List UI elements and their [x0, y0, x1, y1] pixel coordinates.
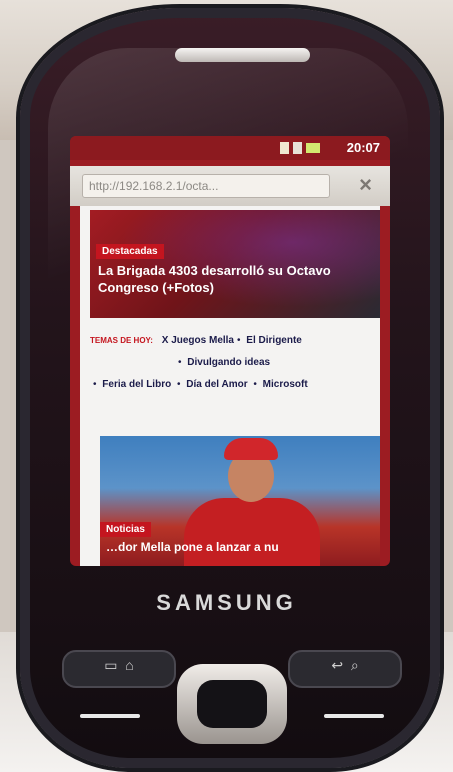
- phone-screen: 20:07 http://192.168.2.1/octa... × Desta…: [70, 136, 390, 566]
- dpad-key[interactable]: [177, 664, 287, 744]
- sd-card-icon: [280, 142, 289, 154]
- web-page: Destacadas La Brigada 4303 desarrolló su…: [80, 206, 380, 566]
- topic-link[interactable]: Día del Amor: [186, 379, 247, 390]
- status-bar: 20:07: [70, 136, 390, 160]
- topics-list: TEMAS DE HOY: X Juegos Mella • El Dirigen…: [90, 330, 380, 396]
- topic-separator: •: [237, 335, 241, 346]
- end-call-icon: [324, 714, 384, 718]
- hero-headline[interactable]: La Brigada 4303 desarrolló su Octavo Con…: [98, 262, 372, 296]
- hardware-keys: ▭ ⌂ ↩ ⌕: [62, 650, 402, 750]
- status-icons: [280, 142, 320, 154]
- close-icon[interactable]: ×: [359, 172, 372, 198]
- topic-separator: •: [253, 379, 257, 390]
- back-search-key[interactable]: ↩ ⌕: [288, 650, 402, 688]
- url-input[interactable]: http://192.168.2.1/octa...: [82, 174, 330, 198]
- topic-link[interactable]: Microsoft: [263, 379, 308, 390]
- call-icon: [80, 714, 140, 718]
- person-cap: [224, 438, 278, 460]
- brand-logo: SAMSUNG: [156, 590, 297, 615]
- signal-icon: [293, 142, 302, 154]
- topic-separator: •: [176, 379, 181, 390]
- topic-separator: •: [93, 379, 97, 390]
- browser-url-bar: http://192.168.2.1/octa... ×: [70, 166, 390, 206]
- menu-home-key[interactable]: ▭ ⌂: [62, 650, 176, 688]
- battery-icon: [306, 143, 320, 153]
- topic-link[interactable]: El Dirigente: [246, 335, 302, 346]
- status-clock: 20:07: [346, 140, 380, 155]
- call-key[interactable]: [80, 708, 140, 722]
- earpiece-speaker: [175, 48, 310, 62]
- hero-tag[interactable]: Destacadas: [96, 244, 164, 259]
- end-key[interactable]: [324, 708, 384, 722]
- topics-label: TEMAS DE HOY:: [90, 336, 153, 345]
- story-tag[interactable]: Noticias: [100, 522, 151, 537]
- story-photo[interactable]: Noticias …dor Mella pone a lanzar a nu: [100, 436, 380, 566]
- hero-banner[interactable]: Destacadas La Brigada 4303 desarrolló su…: [90, 210, 380, 318]
- story-caption[interactable]: …dor Mella pone a lanzar a nu: [106, 540, 380, 554]
- topic-link[interactable]: Feria del Libro: [102, 379, 171, 390]
- topic-separator: •: [178, 357, 182, 368]
- dpad-center[interactable]: [197, 680, 267, 728]
- person-shirt: [184, 498, 320, 566]
- topic-link[interactable]: Divulgando ideas: [187, 357, 270, 368]
- topic-link[interactable]: X Juegos Mella: [162, 335, 234, 346]
